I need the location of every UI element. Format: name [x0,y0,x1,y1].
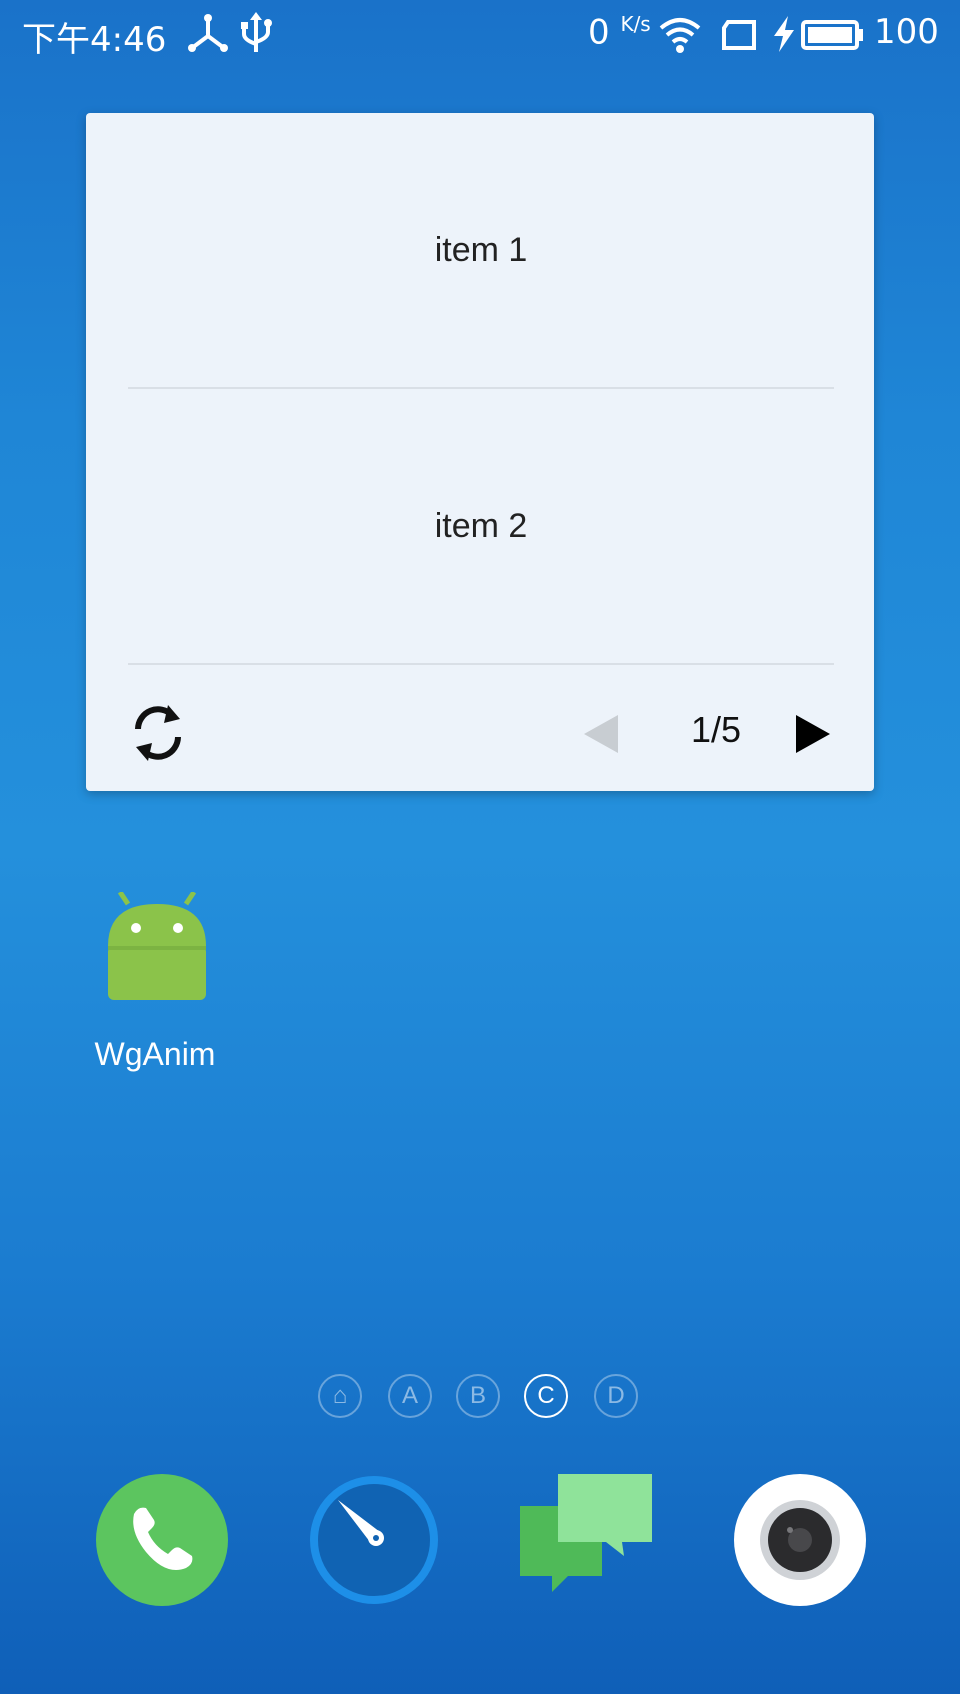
status-time: 下午4:46 [22,20,167,60]
wifi-icon [659,18,701,53]
page-indicator-label: A [401,1382,418,1409]
page-indicators: ⌂ A B C D [318,1374,648,1424]
android-icon [108,892,206,1000]
refresh-icon[interactable] [122,697,194,769]
battery-icon [801,20,863,50]
page-indicator-c[interactable]: C [524,1374,568,1418]
page-indicator-b[interactable]: B [456,1374,500,1418]
sim-icon [722,20,756,50]
share-icon [188,14,228,52]
page-indicator-a[interactable]: A [388,1374,432,1418]
page-indicator-d[interactable]: D [594,1374,638,1418]
list-item[interactable]: item 1 [128,113,834,388]
page-indicator-label: D [607,1382,625,1409]
list-item-label: item 2 [434,507,528,545]
divider [128,663,834,665]
page-indicator-label: C [537,1382,555,1409]
status-bar: 下午4:46 0 K/s 100 [0,0,960,68]
list-item-label: item 1 [434,231,528,269]
browser-compass-icon[interactable] [304,1470,444,1610]
net-speed: 0 K/s [588,12,651,52]
list-item[interactable]: item 2 [128,389,834,664]
app-label: WgAnim [94,1036,216,1072]
prev-arrow-icon[interactable] [578,707,632,761]
net-speed-value: 0 [588,12,610,53]
page-indicator-home[interactable]: ⌂ [318,1374,362,1418]
list-widget: item 1 item 2 1/5 [86,113,874,791]
usb-icon [241,12,272,52]
net-speed-unit: K/s [620,12,651,36]
battery-level: 100 [874,12,939,52]
camera-icon[interactable] [730,1470,870,1610]
next-arrow-icon[interactable] [784,707,838,761]
messages-icon[interactable] [518,1470,658,1610]
home-icon: ⌂ [332,1382,348,1409]
phone-icon[interactable] [92,1470,232,1610]
page-indicator-label: B [469,1382,486,1409]
page-counter: 1/5 [690,709,742,750]
